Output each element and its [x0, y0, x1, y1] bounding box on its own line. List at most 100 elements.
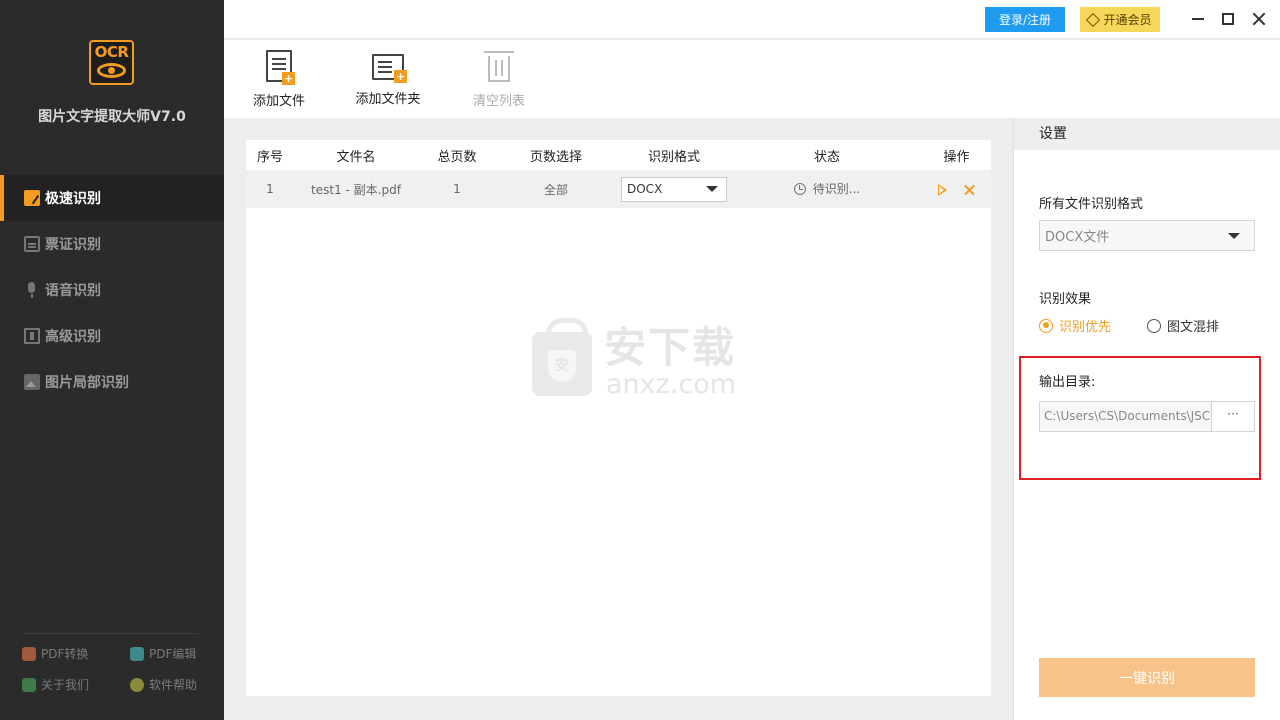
close-icon[interactable]: [1249, 9, 1269, 29]
microphone-icon: [24, 282, 40, 298]
vip-label: 开通会员: [1103, 13, 1152, 27]
file-table: 序号 文件名 总页数 页数选择 识别格式 状态 操作 1 test1 - 副本.…: [246, 140, 991, 208]
add-file-label: 添加文件: [252, 94, 305, 109]
help-link[interactable]: 软件帮助: [130, 676, 202, 693]
file-list-area: 序号 文件名 总页数 页数选择 识别格式 状态 操作 1 test1 - 副本.…: [246, 140, 991, 696]
format-select[interactable]: DOCX: [621, 176, 727, 202]
help-icon: [130, 677, 144, 692]
pdf-convert-icon: [22, 646, 36, 661]
header-format: 识别格式: [616, 140, 732, 170]
settings-panel: 设置 所有文件识别格式 DOCX文件 识别效果 识别优先 图文混排 输出目录: …: [1013, 118, 1280, 720]
header-filename: 文件名: [294, 140, 418, 170]
radio-label: 图文混排: [1167, 320, 1220, 335]
header-page-select: 页数选择: [496, 140, 616, 170]
vip-button[interactable]: 开通会员: [1080, 7, 1160, 32]
header-index: 序号: [246, 140, 294, 170]
watermark: 安 安下载 anxz.com: [532, 318, 752, 402]
pdf-convert-link[interactable]: PDF转换: [22, 645, 130, 662]
app-title: 图片文字提取大师V7.0: [38, 109, 186, 125]
watermark-bag-icon: 安: [532, 318, 592, 396]
logo-text: OCR: [94, 43, 129, 61]
cell-format: DOCX: [616, 170, 732, 208]
status-text: 待识别...: [812, 182, 861, 197]
all-format-select[interactable]: DOCX文件: [1039, 220, 1255, 251]
about-link[interactable]: 关于我们: [22, 676, 130, 693]
add-folder-button[interactable]: + 添加文件夹: [351, 50, 425, 107]
sidebar-links: PDF转换 PDF编辑 关于我们 软件帮助: [22, 645, 202, 693]
eye-icon: [97, 63, 126, 78]
image-region-icon: [24, 374, 40, 390]
ocr-logo-icon: OCR: [89, 40, 134, 85]
clock-icon: [793, 182, 806, 195]
sidebar-item-label: 图片局部识别: [45, 375, 129, 391]
header-actions: 操作: [922, 140, 991, 170]
add-file-icon: +: [266, 50, 295, 85]
sidebar-item-ticket-ocr[interactable]: 票证识别: [0, 221, 224, 267]
link-label: PDF编辑: [149, 647, 197, 661]
diamond-icon: [1086, 12, 1101, 27]
chevron-down-icon: [1228, 232, 1240, 239]
ticket-icon: [24, 236, 40, 252]
effect-label: 识别效果: [1039, 292, 1092, 307]
start-recognition-button[interactable]: 一键识别: [1039, 658, 1255, 697]
sidebar-item-partial-ocr[interactable]: 图片局部识别: [0, 359, 224, 405]
watermark-en: anxz.com: [606, 369, 737, 400]
radio-dot: [1147, 318, 1162, 333]
sidebar-divider: [22, 633, 198, 634]
delete-icon[interactable]: [963, 184, 975, 196]
link-label: 关于我们: [41, 678, 90, 692]
link-label: PDF转换: [41, 647, 89, 661]
login-button[interactable]: 登录/注册: [985, 7, 1065, 32]
cell-index: 1: [246, 170, 294, 208]
browse-button[interactable]: ···: [1211, 401, 1255, 432]
toolbar: + 添加文件 + 添加文件夹 清空列表: [224, 40, 1280, 118]
table-row[interactable]: 1 test1 - 副本.pdf 1 全部 DOCX 待识别...: [246, 170, 991, 208]
cell-page-select[interactable]: 全部: [496, 170, 616, 208]
about-icon: [22, 677, 36, 692]
advanced-scan-icon: [24, 328, 40, 344]
settings-title: 设置: [1014, 118, 1280, 150]
output-label: 输出目录:: [1039, 375, 1096, 390]
effect-radio-group: 识别优先 图文混排: [1039, 316, 1255, 335]
sidebar-item-voice-ocr[interactable]: 语音识别: [0, 267, 224, 313]
radio-recognition-first[interactable]: 识别优先: [1039, 316, 1111, 335]
title-bar: 登录/注册 开通会员: [224, 0, 1280, 39]
maximize-icon[interactable]: [1218, 9, 1238, 29]
pdf-edit-icon: [130, 646, 144, 661]
sidebar-item-label: 高级识别: [45, 329, 101, 345]
sidebar-item-label: 票证识别: [45, 237, 101, 253]
cell-filename: test1 - 副本.pdf: [294, 170, 418, 208]
clear-list-label: 清空列表: [472, 94, 525, 109]
table-header-row: 序号 文件名 总页数 页数选择 识别格式 状态 操作: [246, 140, 991, 170]
cell-pages: 1: [418, 170, 496, 208]
radio-label: 识别优先: [1059, 320, 1112, 335]
cell-status: 待识别...: [732, 170, 922, 208]
sidebar: OCR 图片文字提取大师V7.0 极速识别 票证识别 语音识别 高级识别 图片局…: [0, 0, 224, 720]
sidebar-item-label: 语音识别: [45, 283, 101, 299]
lightning-edit-icon: [24, 190, 40, 206]
play-icon[interactable]: [938, 183, 947, 196]
header-status: 状态: [732, 140, 922, 170]
sidebar-nav: 极速识别 票证识别 语音识别 高级识别 图片局部识别: [0, 175, 224, 405]
add-file-button[interactable]: + 添加文件: [249, 50, 309, 109]
watermark-cn: 安下载: [604, 323, 737, 372]
sidebar-item-fast-ocr[interactable]: 极速识别: [0, 175, 224, 221]
minimize-icon[interactable]: [1188, 9, 1208, 29]
clear-list-button[interactable]: 清空列表: [467, 50, 531, 109]
link-label: 软件帮助: [149, 678, 198, 692]
sidebar-item-advanced-ocr[interactable]: 高级识别: [0, 313, 224, 359]
all-format-value: DOCX文件: [1045, 230, 1110, 245]
output-path-input[interactable]: C:\Users\CS\Documents\JSCOCR: [1039, 401, 1212, 432]
trash-icon: [484, 51, 514, 82]
radio-mixed-layout[interactable]: 图文混排: [1147, 316, 1219, 335]
sidebar-item-label: 极速识别: [45, 191, 101, 207]
radio-dot: [1039, 318, 1053, 333]
pdf-edit-link[interactable]: PDF编辑: [130, 645, 202, 662]
chevron-down-icon: [706, 186, 718, 192]
format-value: DOCX: [627, 182, 663, 196]
watermark-shield-char: 安: [555, 358, 569, 374]
header-pages: 总页数: [418, 140, 496, 170]
add-folder-label: 添加文件夹: [355, 92, 421, 107]
cell-actions: [922, 170, 991, 208]
add-folder-icon: +: [372, 54, 407, 83]
